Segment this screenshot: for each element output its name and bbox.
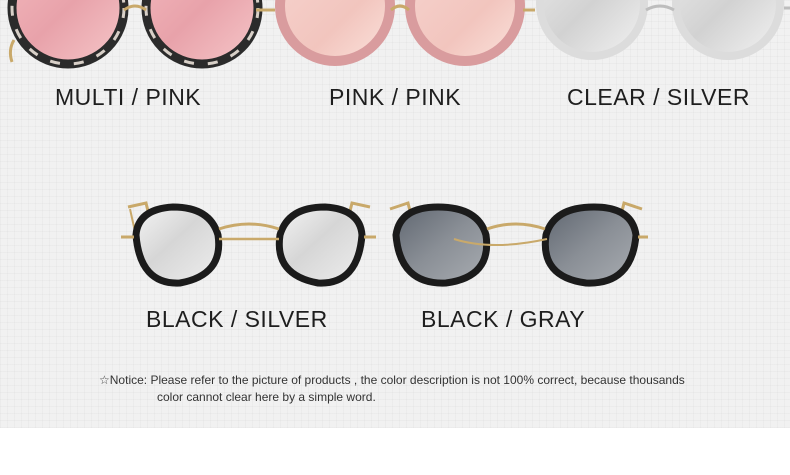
product-label-pink-pink: PINK / PINK [329, 84, 462, 110]
color-notice: ☆Notice: Please refer to the picture of … [99, 372, 749, 406]
notice-prefix: Notice: [109, 373, 148, 387]
product-color-panel: MULTI / PINK PINK / PINK CLEAR / SILVER [0, 0, 790, 428]
glasses-pink-pink [267, 0, 535, 66]
notice-line-2: color cannot clear here by a simple word… [157, 390, 376, 404]
product-label-clear-silver: CLEAR / SILVER [567, 84, 750, 110]
glasses-black-silver [121, 201, 376, 287]
star-icon: ☆ [99, 373, 110, 387]
product-label-multi-pink: MULTI / PINK [55, 84, 202, 110]
product-label-black-gray: BLACK / GRAY [421, 306, 586, 332]
glasses-black-gray [389, 201, 648, 287]
glasses-clear-silver [536, 0, 790, 60]
glasses-multi-pink [7, 0, 270, 69]
notice-line-1: Please refer to the picture of products … [147, 373, 685, 387]
product-label-black-silver: BLACK / SILVER [146, 306, 328, 332]
